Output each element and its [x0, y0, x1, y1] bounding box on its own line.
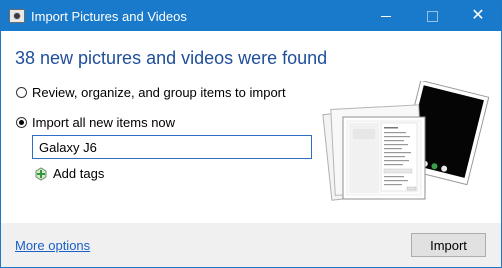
import-all-option[interactable]: Import all new items now	[16, 115, 175, 130]
minimize-icon	[381, 15, 391, 17]
import-all-radio[interactable]	[16, 117, 27, 128]
add-tags-label[interactable]: Add tags	[53, 166, 104, 181]
import-dialog: Import Pictures and Videos ✕ 38 new pict…	[0, 0, 502, 268]
title-bar[interactable]: Import Pictures and Videos ✕	[1, 1, 501, 31]
photo-stack-icon	[319, 79, 490, 211]
import-button[interactable]: Import	[411, 233, 486, 257]
more-options-link[interactable]: More options	[15, 238, 90, 253]
tag-add-icon	[34, 166, 48, 181]
add-tags-link[interactable]: Add tags	[34, 166, 104, 181]
footer-bar: More options Import	[1, 223, 501, 267]
found-items-heading: 38 new pictures and videos were found	[15, 48, 328, 68]
window-title: Import Pictures and Videos	[31, 9, 187, 24]
import-button-label[interactable]: Import	[430, 238, 467, 253]
review-organize-option[interactable]: Review, organize, and group items to imp…	[16, 85, 286, 100]
maximize-button	[409, 1, 455, 31]
review-organize-radio[interactable]	[16, 87, 27, 98]
import-all-label[interactable]: Import all new items now	[32, 115, 175, 130]
review-organize-label[interactable]: Review, organize, and group items to imp…	[32, 85, 286, 100]
close-button[interactable]: ✕	[455, 1, 501, 31]
camera-icon	[9, 9, 25, 23]
tag-name-input[interactable]	[32, 135, 312, 159]
maximize-icon	[426, 10, 438, 22]
close-icon: ✕	[471, 7, 485, 24]
minimize-button[interactable]	[363, 1, 409, 31]
